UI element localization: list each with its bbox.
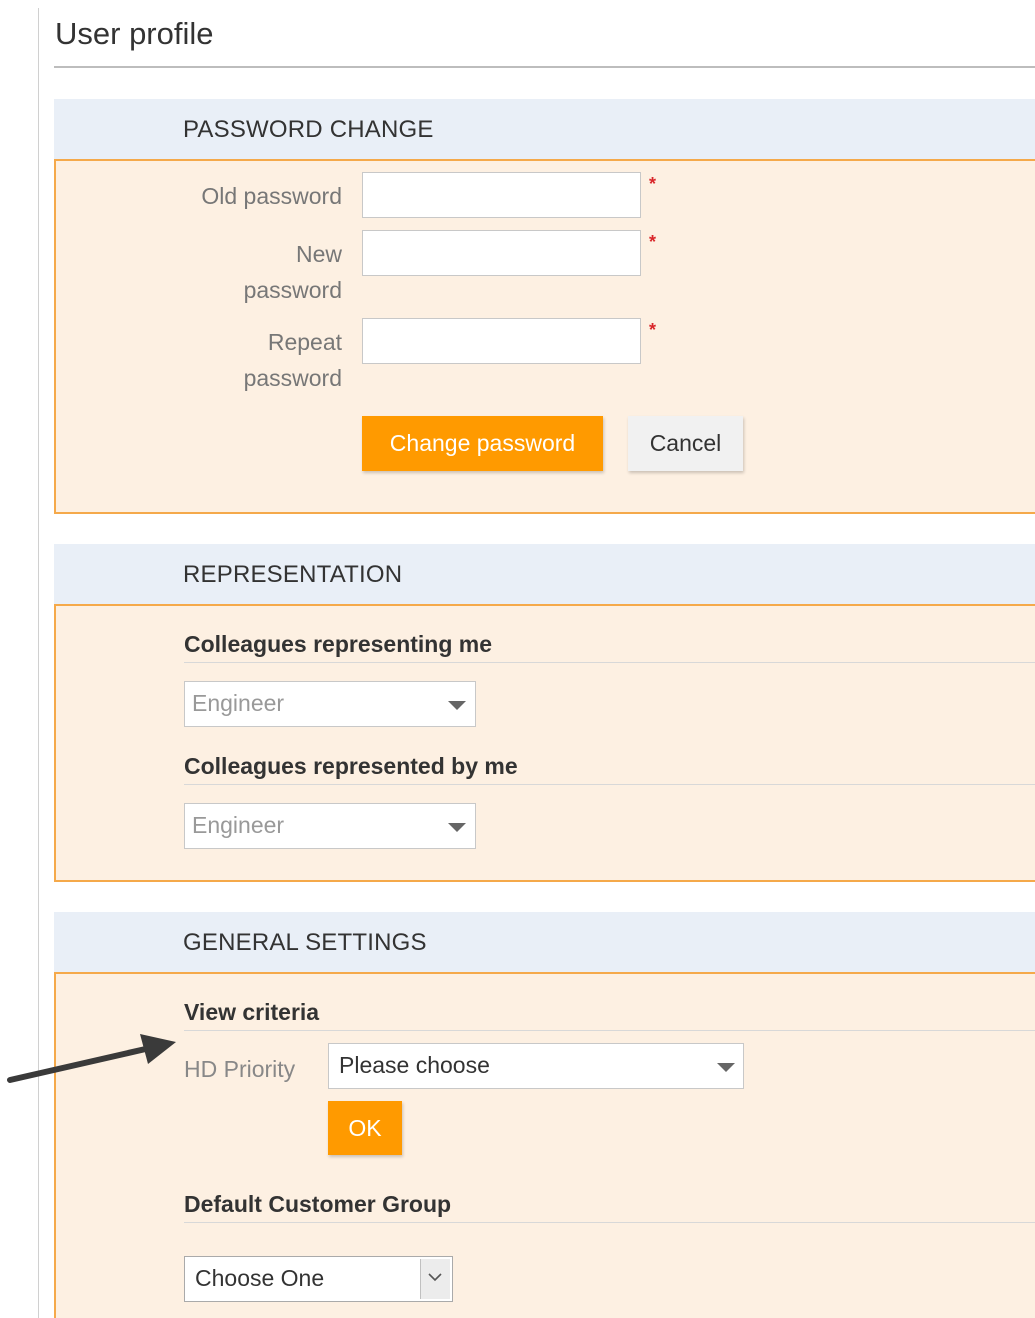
colleagues-represented-by-me-heading: Colleagues represented by me — [184, 753, 518, 779]
representing-me-value: Engineer — [192, 690, 285, 716]
view-criteria-divider — [184, 1030, 1035, 1031]
default-customer-group-select[interactable]: Choose One — [184, 1256, 453, 1302]
hd-priority-label: HD Priority — [184, 1056, 296, 1082]
general-settings-title: GENERAL SETTINGS — [183, 929, 427, 956]
arrow-icon — [7, 1034, 176, 1083]
old-password-input[interactable] — [362, 172, 641, 218]
represented-by-me-value: Engineer — [192, 812, 285, 838]
new-password-required-marker: * — [649, 232, 657, 252]
chevron-down-icon — [448, 701, 466, 710]
default-customer-group-divider — [184, 1222, 1035, 1223]
represented-by-me-divider — [184, 784, 1035, 785]
representing-me-divider — [184, 662, 1035, 663]
repeat-password-label-line2: password — [243, 365, 342, 391]
chevron-down-icon — [428, 1273, 442, 1282]
repeat-password-input[interactable] — [362, 318, 641, 364]
view-criteria-heading: View criteria — [184, 999, 320, 1025]
page-title: User profile — [55, 16, 214, 51]
repeat-password-label-line1: Repeat — [267, 329, 342, 355]
user-profile-page: User profile PASSWORD CHANGE Old passwor… — [0, 0, 1035, 1318]
hd-priority-select[interactable]: Please choose — [328, 1043, 744, 1089]
ok-button[interactable]: OK — [328, 1101, 402, 1155]
old-password-label: Old password — [201, 183, 342, 209]
default-customer-group-value: Choose One — [195, 1265, 325, 1291]
new-password-input[interactable] — [362, 230, 641, 276]
new-password-label-line2: password — [243, 277, 342, 303]
repeat-password-required-marker: * — [649, 320, 657, 340]
colleagues-representing-me-heading: Colleagues representing me — [184, 631, 493, 657]
representation-header: REPRESENTATION — [54, 544, 1035, 604]
left-divider — [38, 8, 39, 1318]
representation-title: REPRESENTATION — [183, 561, 403, 588]
password-change-title: PASSWORD CHANGE — [183, 116, 434, 143]
general-settings-header: GENERAL SETTINGS — [54, 912, 1035, 972]
chevron-down-icon — [448, 823, 466, 832]
new-password-label-line1: New — [295, 241, 342, 267]
default-customer-group-heading: Default Customer Group — [184, 1191, 452, 1217]
hd-priority-value: Please choose — [339, 1052, 490, 1078]
title-divider — [54, 66, 1035, 68]
cancel-button[interactable]: Cancel — [628, 416, 743, 471]
change-password-button[interactable]: Change password — [362, 416, 603, 471]
password-change-header: PASSWORD CHANGE — [54, 99, 1035, 159]
represented-by-me-select[interactable]: Engineer — [184, 803, 476, 849]
dropdown-button[interactable] — [420, 1259, 450, 1299]
representing-me-select[interactable]: Engineer — [184, 681, 476, 727]
chevron-down-icon — [717, 1063, 735, 1072]
old-password-required-marker: * — [649, 174, 657, 194]
